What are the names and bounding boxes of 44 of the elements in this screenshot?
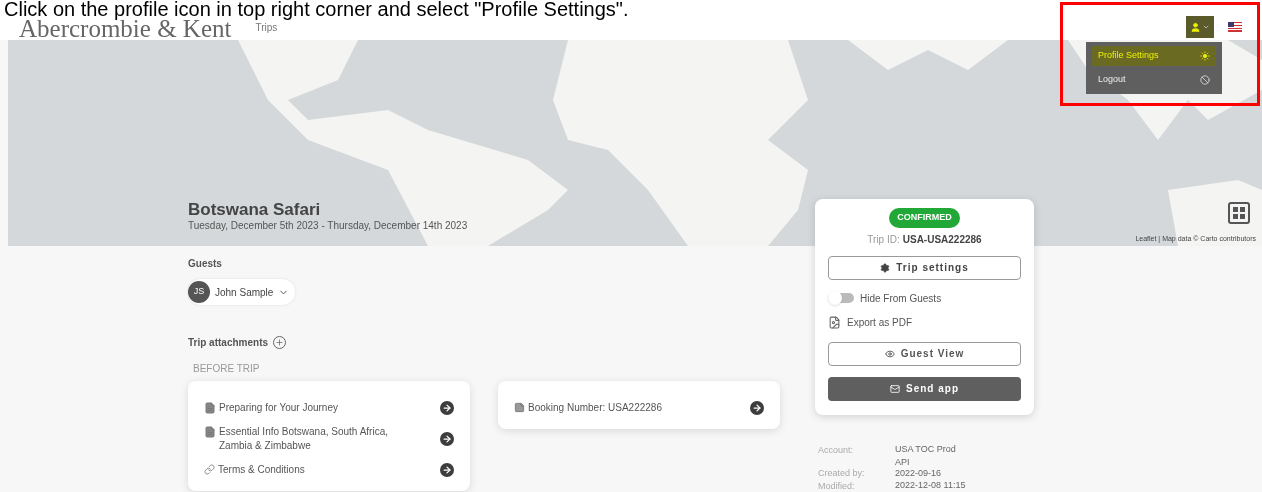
meta-value: API <box>895 457 911 468</box>
profile-button[interactable] <box>1186 16 1214 38</box>
eye-icon <box>884 348 895 359</box>
attachment-link[interactable]: Booking Number: USA222286 <box>528 401 662 415</box>
export-pdf-link[interactable]: Export as PDF <box>847 314 913 330</box>
attachment-link[interactable]: Terms & Conditions <box>218 463 305 477</box>
nav-link[interactable]: Trips <box>255 20 278 35</box>
chevron-down-icon <box>1202 23 1210 31</box>
user-icon <box>1190 21 1201 33</box>
toggle-switch[interactable] <box>828 293 854 303</box>
toggle-label: Hide From Guests <box>860 291 942 306</box>
meta-value: USA TOC Prod <box>895 444 956 455</box>
sun-icon <box>1200 51 1210 61</box>
link-icon <box>204 464 215 475</box>
send-app-button[interactable]: Send app <box>828 376 1021 401</box>
meta-value: 2022-09-16 <box>895 468 942 479</box>
attachment-link[interactable]: Essential Info Botswana, South Africa, Zambia & Zimbabwe <box>219 425 424 453</box>
note-icon <box>514 402 525 413</box>
trip-id: USA-USA222286 <box>902 232 982 247</box>
flag-icon[interactable] <box>1228 22 1242 32</box>
forbidden-icon <box>1200 75 1210 85</box>
gear-icon <box>880 262 891 273</box>
trip-id-label: Trip ID: <box>867 232 900 247</box>
menu-item[interactable]: Logout <box>1092 70 1216 90</box>
trip-dates: Tuesday, December 5th 2023 - Thursday, December 14th 2023 <box>188 220 468 232</box>
document-icon <box>204 426 216 438</box>
mail-icon <box>890 383 900 394</box>
meta-label: Created by: <box>818 467 866 479</box>
section-label: BEFORE TRIP <box>193 362 261 376</box>
menu-item[interactable]: Profile Settings <box>1092 46 1216 66</box>
fullscreen-button[interactable] <box>1228 202 1250 224</box>
meta-value: 2022-12-08 11:15 <box>895 480 966 491</box>
guest-view-button[interactable]: Guest View <box>828 341 1021 366</box>
meta-label: Modified: <box>818 480 856 492</box>
attachments-heading: Trip attachments <box>188 336 269 350</box>
status-badge: CONFIRMED <box>889 208 960 228</box>
guests-label: Guests <box>188 257 223 271</box>
instruction-caption: Click on the profile icon in top right corner and select "Profile Settings". <box>3 0 630 19</box>
trip-title: Botswana Safari <box>188 200 322 220</box>
document-icon <box>204 402 216 414</box>
attachment-link[interactable]: Preparing for Your Journey <box>219 401 338 415</box>
trip-settings-button[interactable]: Trip settings <box>828 255 1021 280</box>
meta-label: Account: <box>818 444 855 456</box>
guest-selector[interactable]: JS John Sample <box>188 279 296 305</box>
